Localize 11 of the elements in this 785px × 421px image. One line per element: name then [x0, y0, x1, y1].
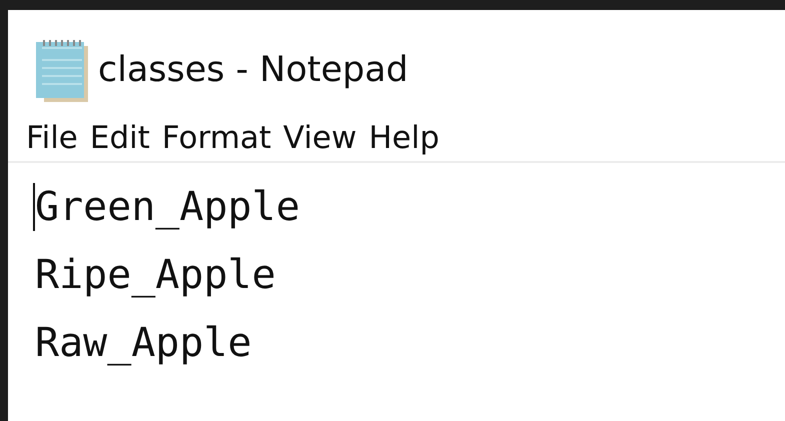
- menu-item[interactable]: File: [26, 120, 78, 156]
- menu-item[interactable]: Edit: [90, 120, 150, 156]
- menu-item[interactable]: Help: [368, 120, 440, 156]
- menu-item[interactable]: Format: [162, 120, 272, 156]
- notepad-icon: [34, 38, 90, 102]
- text-line: Green_Apple: [35, 183, 300, 232]
- window-title: classes - Notepad: [98, 50, 408, 90]
- text-line: Raw_Apple: [35, 319, 252, 368]
- text-caret: [33, 183, 35, 231]
- text-line: Ripe_Apple: [35, 251, 276, 300]
- menu-item[interactable]: View: [283, 120, 357, 156]
